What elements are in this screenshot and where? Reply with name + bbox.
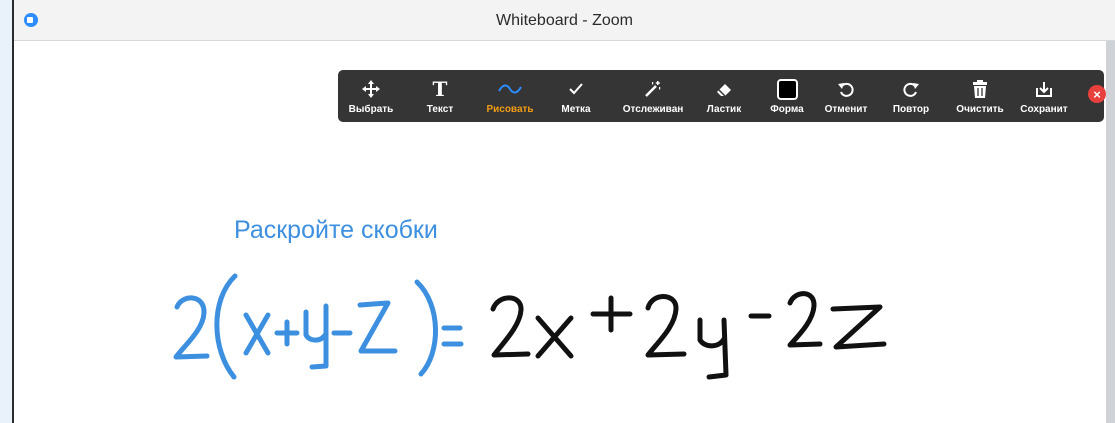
digit-2-black xyxy=(490,295,531,358)
letter-x-blue xyxy=(243,312,271,356)
blue-handwriting xyxy=(173,273,464,380)
equals-sign xyxy=(441,325,464,347)
black-handwriting xyxy=(490,291,887,380)
handwritten-equation xyxy=(173,273,887,380)
digit-2-black-third xyxy=(787,291,823,348)
letter-x-black xyxy=(535,315,574,359)
plus-black xyxy=(590,295,633,333)
open-paren xyxy=(214,273,238,380)
letter-y-blue xyxy=(303,303,329,370)
letter-z-blue xyxy=(357,300,398,354)
letter-z-black xyxy=(830,304,887,350)
close-paren xyxy=(414,279,438,377)
plus-blue xyxy=(274,319,300,347)
digit-2-black-second xyxy=(645,294,687,358)
letter-y-black xyxy=(697,317,729,380)
digit-2-blue xyxy=(173,295,210,360)
